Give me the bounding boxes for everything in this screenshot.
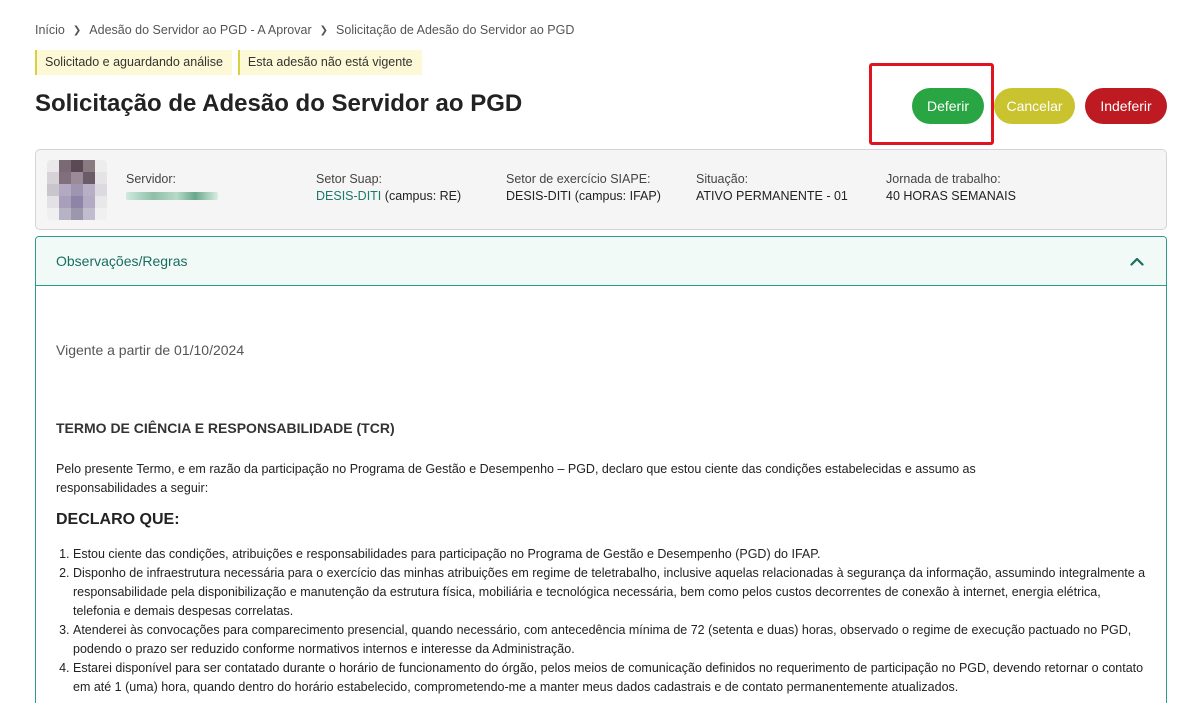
servidor-info-card: Servidor: Setor Suap: DESIS-DITI (campus…: [35, 149, 1167, 230]
servidor-label: Servidor:: [126, 172, 177, 186]
accordion-header[interactable]: Observações/Regras: [36, 237, 1166, 286]
rules-list: Estou ciente das condições, atribuições …: [56, 545, 1146, 697]
info-servidor: Servidor:: [126, 172, 218, 200]
chevron-right-icon: ❯: [72, 24, 82, 36]
list-item: Estou ciente das condições, atribuições …: [73, 545, 1146, 564]
accordion-body: Vigente a partir de 01/10/2024 TERMO DE …: [36, 342, 1166, 697]
setor-suap-link[interactable]: DESIS-DITI: [316, 189, 381, 203]
jornada-label: Jornada de trabalho:: [886, 172, 1001, 186]
status-badge-solicitado: Solicitado e aguardando análise: [35, 50, 232, 75]
chevron-right-icon: ❯: [319, 24, 329, 36]
cancelar-button[interactable]: Cancelar: [994, 88, 1075, 124]
accordion-title: Observações/Regras: [56, 253, 188, 269]
setor-suap-label: Setor Suap:: [316, 172, 383, 186]
indeferir-button[interactable]: Indeferir: [1085, 88, 1167, 124]
situacao-value: ATIVO PERMANENTE - 01: [696, 189, 848, 203]
list-item: Disponho de infraestrutura necessária pa…: [73, 564, 1146, 621]
info-setor-suap: Setor Suap: DESIS-DITI (campus: RE): [316, 172, 461, 203]
breadcrumb-item-adesao-a-aprovar[interactable]: Adesão do Servidor ao PGD - A Aprovar: [89, 23, 311, 37]
list-item: Atenderei às convocações para comparecim…: [73, 621, 1146, 659]
breadcrumb-item-inicio[interactable]: Início: [35, 23, 65, 37]
avatar: [47, 160, 107, 220]
list-item: Estarei disponível para ser contatado du…: [73, 659, 1146, 697]
jornada-value: 40 HORAS SEMANAIS: [886, 189, 1016, 203]
info-jornada: Jornada de trabalho: 40 HORAS SEMANAIS: [886, 172, 1016, 203]
action-buttons: Deferir Cancelar Indeferir: [912, 88, 1167, 124]
info-setor-siape: Setor de exercício SIAPE: DESIS-DITI (ca…: [506, 172, 661, 203]
setor-siape-label: Setor de exercício SIAPE:: [506, 172, 651, 186]
breadcrumb-item-current: Solicitação de Adesão do Servidor ao PGD: [336, 23, 575, 37]
servidor-name-redacted: [126, 192, 218, 200]
breadcrumb: Início ❯ Adesão do Servidor ao PGD - A A…: [35, 23, 574, 37]
tcr-intro: Pelo presente Termo, e em razão da parti…: [56, 462, 976, 495]
page-title: Solicitação de Adesão do Servidor ao PGD: [35, 90, 523, 117]
deferir-button[interactable]: Deferir: [912, 88, 984, 124]
info-situacao: Situação: ATIVO PERMANENTE - 01: [696, 172, 848, 203]
chevron-up-icon[interactable]: [1128, 252, 1146, 270]
setor-siape-value: DESIS-DITI (campus: IFAP): [506, 189, 661, 203]
situacao-label: Situação:: [696, 172, 749, 186]
status-badges: Solicitado e aguardando análise Esta ade…: [35, 50, 422, 75]
declaro-heading: DECLARO QUE:: [56, 511, 180, 528]
setor-suap-campus: (campus: RE): [384, 189, 462, 203]
status-badge-nao-vigente: Esta adesão não está vigente: [237, 50, 422, 75]
tcr-title: TERMO DE CIÊNCIA E RESPONSABILIDADE (TCR…: [56, 420, 395, 436]
vigencia-text: Vigente a partir de 01/10/2024: [56, 342, 245, 358]
observacoes-accordion: Observações/Regras Vigente a partir de 0…: [35, 236, 1167, 703]
